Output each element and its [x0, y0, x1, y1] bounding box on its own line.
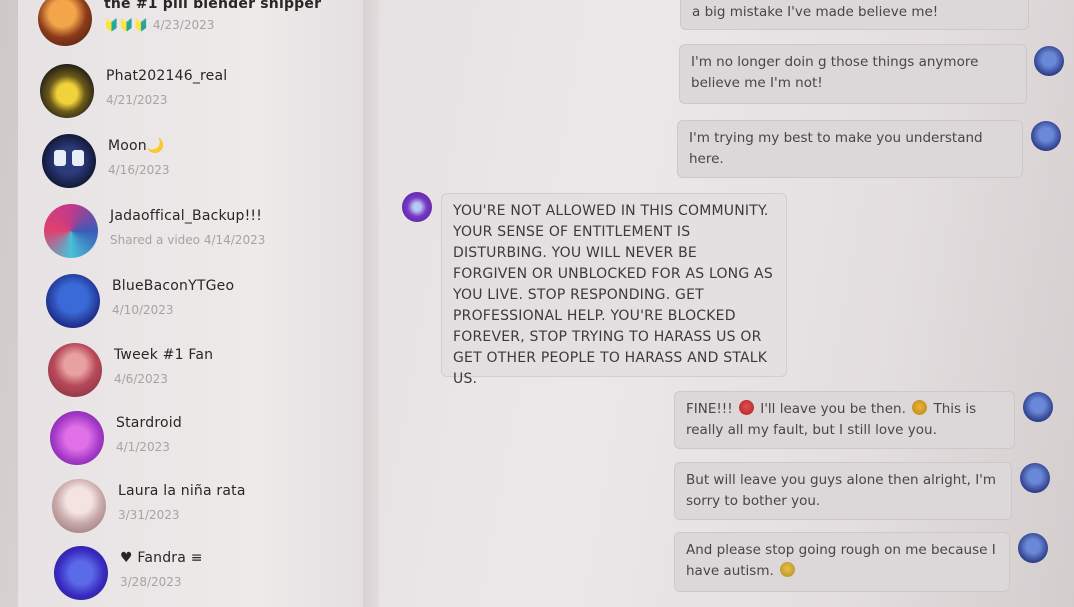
conversation-item[interactable]: Stardroid 4/1/2023	[50, 411, 182, 471]
conversation-item[interactable]: Tweek #1 Fan 4/6/2023	[48, 343, 213, 403]
message-bubble-outgoing: I'm no longer doin g those things anymor…	[679, 44, 1027, 104]
conversation-date: Shared a video 4/14/2023	[110, 233, 266, 247]
avatar	[48, 343, 102, 397]
message-text: And please stop going rough on me becaus…	[686, 542, 996, 579]
conversation-sidebar[interactable]: the #1 pill blender shipper 🔰🔰🔰 4/23/2023…	[18, 0, 363, 607]
avatar[interactable]	[402, 192, 432, 222]
chat-panel[interactable]: a big mistake I've made believe me! I'm …	[379, 0, 1074, 607]
avatar	[52, 479, 106, 533]
conversation-name: Jadaoffical_Backup!!!	[110, 208, 263, 224]
avatar	[38, 0, 92, 46]
message-bubble-outgoing: FINE!!! I'll leave you be then. This is …	[674, 391, 1015, 449]
conversation-name: ♥ Fandra ≡	[120, 550, 203, 566]
conversation-date: 4/16/2023	[108, 163, 170, 177]
message-text: a big mistake I've made believe me!	[692, 4, 939, 20]
message-bubble-outgoing: But will leave you guys alone then alrig…	[674, 462, 1012, 520]
conversation-name: Moon🌙	[108, 138, 165, 154]
avatar[interactable]	[1031, 121, 1061, 151]
conversation-item[interactable]: Moon🌙 4/16/2023	[42, 134, 170, 194]
message-text: I'm trying my best to make you understan…	[689, 130, 983, 167]
avatar[interactable]	[1018, 533, 1048, 563]
avatar	[54, 546, 108, 600]
worried-face-icon	[780, 562, 796, 577]
conversation-item[interactable]: Jadaoffical_Backup!!! Shared a video 4/1…	[44, 204, 265, 264]
pouting-face-icon	[912, 400, 928, 415]
avatar	[44, 204, 98, 258]
conversation-name: BlueBaconYTGeo	[112, 278, 235, 294]
message-text: But will leave you guys alone then alrig…	[686, 472, 997, 509]
message-bubble-outgoing: a big mistake I've made believe me!	[680, 0, 1029, 30]
conversation-date: 3/31/2023	[118, 508, 180, 522]
message-text: I'm no longer doin g those things anymor…	[691, 54, 979, 91]
conversation-date: 3/28/2023	[120, 575, 182, 589]
message-bubble-outgoing: I'm trying my best to make you understan…	[677, 120, 1023, 178]
message-text-part: FINE!!!	[686, 401, 733, 417]
conversation-item[interactable]: BlueBaconYTGeo 4/10/2023	[46, 274, 234, 334]
sidebar-divider	[363, 0, 379, 607]
conversation-name: Laura la niña rata	[118, 483, 246, 499]
conversation-date: 4/10/2023	[112, 303, 174, 317]
conversation-date: 4/23/2023	[152, 18, 215, 32]
badge-icons: 🔰🔰🔰	[104, 18, 149, 32]
angry-face-icon	[738, 400, 754, 415]
message-bubble-incoming: YOU'RE NOT ALLOWED IN THIS COMMUNITY. YO…	[441, 193, 787, 387]
app-screen: the #1 pill blender shipper 🔰🔰🔰 4/23/2023…	[0, 0, 1074, 607]
avatar	[50, 411, 104, 465]
conversation-item[interactable]: Laura la niña rata 3/31/2023	[52, 479, 246, 539]
conversation-date: 4/1/2023	[116, 440, 170, 454]
conversation-item[interactable]: Phat202146_real 4/21/2023	[40, 64, 227, 124]
conversation-item[interactable]: the #1 pill blender shipper 🔰🔰🔰 4/23/2023	[38, 0, 321, 52]
conversation-name: Stardroid	[116, 415, 182, 431]
avatar	[40, 64, 94, 118]
conversation-date: 4/6/2023	[114, 372, 168, 386]
conversation-name: the #1 pill blender shipper	[104, 0, 322, 12]
avatar	[46, 274, 100, 328]
avatar[interactable]	[1020, 463, 1050, 493]
conversation-name: Tweek #1 Fan	[114, 347, 214, 363]
conversation-date: 4/21/2023	[106, 93, 168, 107]
message-text-part: I'll leave you be then.	[760, 401, 906, 417]
conversation-name: Phat202146_real	[106, 68, 228, 84]
conversation-item[interactable]: ♥ Fandra ≡ 3/28/2023	[54, 546, 203, 606]
message-bubble-outgoing: And please stop going rough on me becaus…	[674, 532, 1010, 592]
avatar[interactable]	[1023, 392, 1053, 422]
avatar[interactable]	[1034, 46, 1064, 76]
message-text: YOU'RE NOT ALLOWED IN THIS COMMUNITY. YO…	[453, 203, 773, 387]
avatar	[42, 134, 96, 188]
